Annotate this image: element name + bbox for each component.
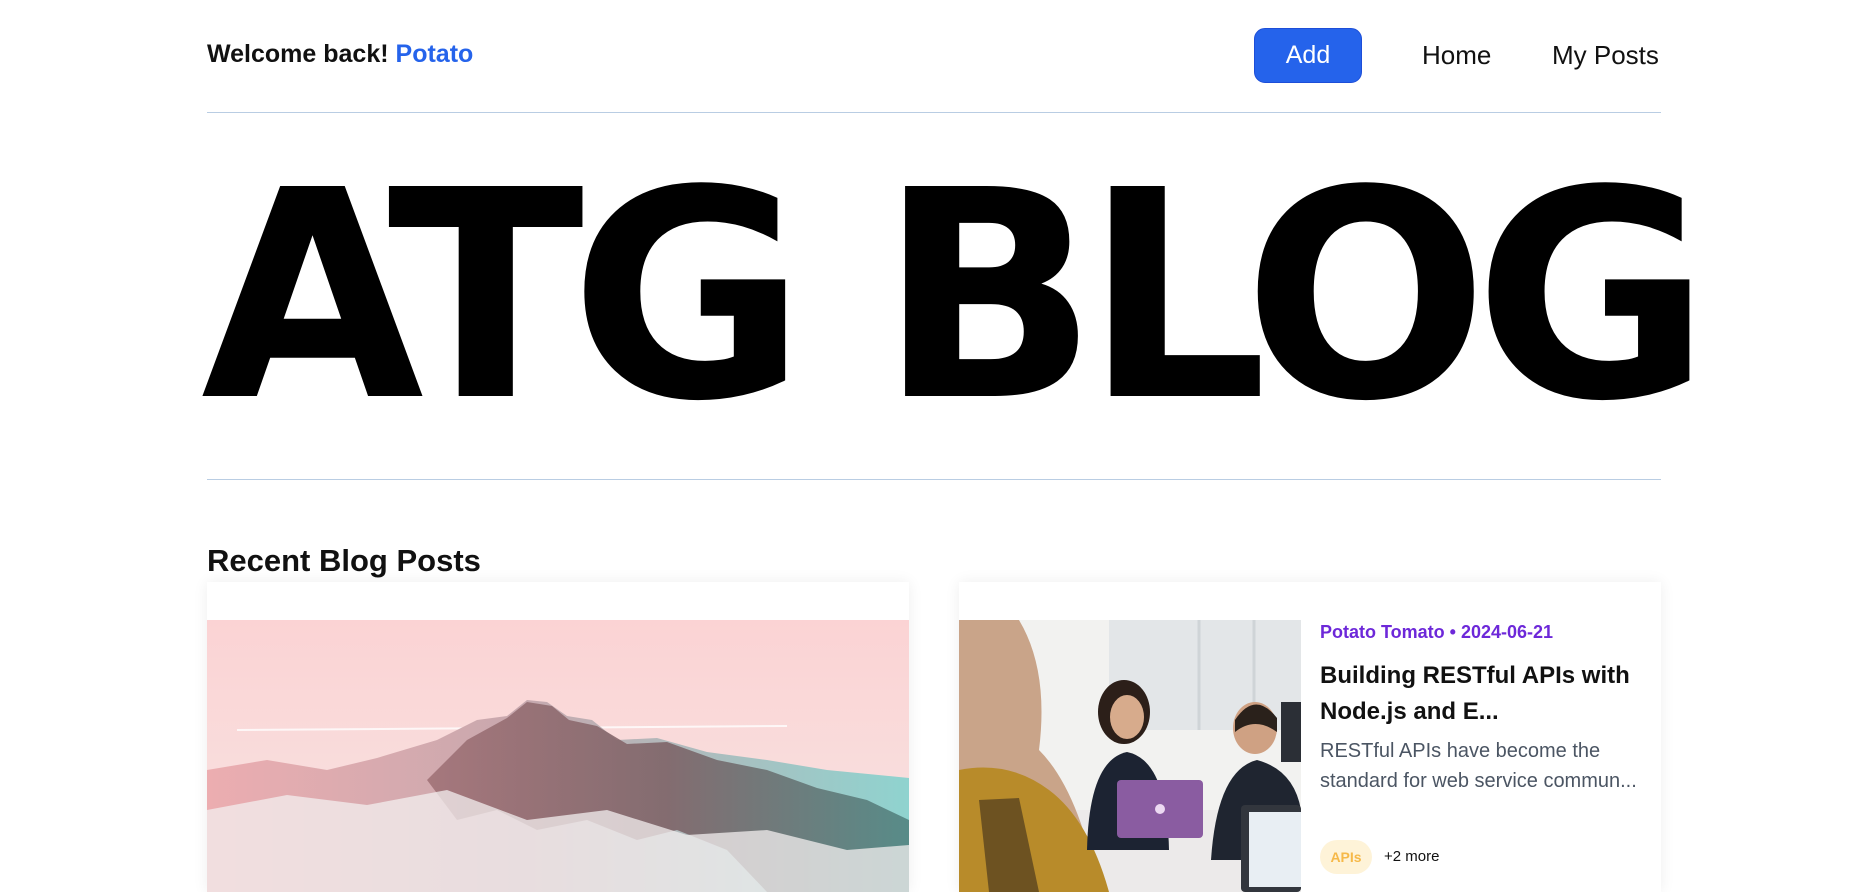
post-meta: Potato Tomato • 2024-06-21 [1320,622,1554,642]
post-title[interactable]: Building RESTful APIs with Node.js and E… [1320,658,1640,730]
blog-post-card[interactable] [207,582,909,892]
add-button[interactable]: Add [1254,28,1362,83]
office-image[interactable] [959,620,1301,892]
section-title: Recent Blog Posts [207,543,481,578]
hero-banner: ATG BLOG [201,113,1711,480]
hero-title: ATG BLOG [201,129,1711,464]
nav-home-link[interactable]: Home [1422,40,1491,71]
top-navbar: Welcome back! Potato Add Home My Posts [207,0,1661,113]
post-excerpt: RESTful APIs have become the standard fo… [1320,740,1637,792]
username: Potato [395,40,474,68]
nav-my-posts-link[interactable]: My Posts [1552,40,1659,71]
blog-post-card[interactable]: Potato Tomato • 2024-06-21 Building REST… [959,582,1661,892]
welcome-text: Welcome back! [207,40,389,68]
more-tags-link[interactable]: +2 more [1384,848,1439,865]
page-container: Welcome back! Potato Add Home My Posts A… [201,0,1711,892]
welcome-message: Welcome back! Potato [207,40,473,69]
mountain-image[interactable] [207,620,909,892]
tag-badge[interactable]: APIs [1320,840,1372,874]
